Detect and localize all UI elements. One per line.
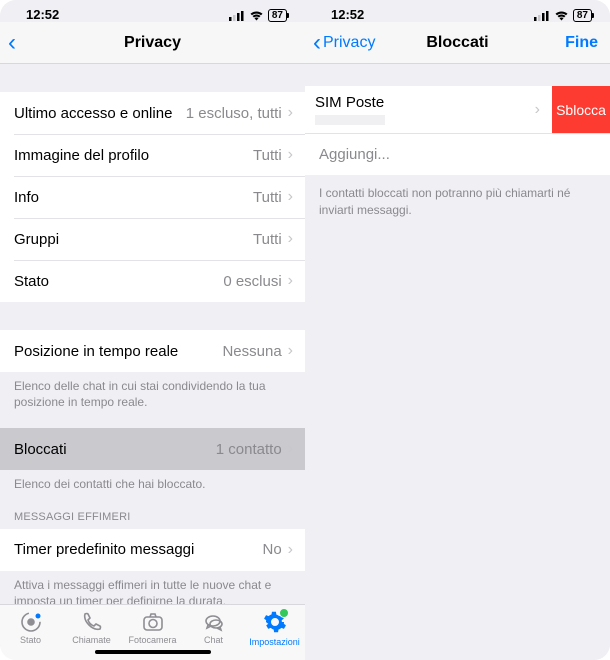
- home-indicator[interactable]: [95, 650, 211, 654]
- chat-icon: [202, 610, 226, 634]
- chevron-left-icon: ‹: [8, 31, 16, 55]
- contact-name: SIM Poste: [315, 94, 540, 111]
- row-default-timer[interactable]: Timer predefinito messaggi No›: [0, 529, 305, 571]
- blocked-note: I contatti bloccati non potranno più chi…: [305, 175, 610, 229]
- status-indicators: 87: [534, 9, 592, 22]
- chevron-right-icon: ›: [288, 104, 293, 122]
- status-time: 12:52: [331, 7, 364, 22]
- phone-icon: [80, 610, 104, 634]
- nav-header-privacy: ‹ Privacy: [0, 22, 305, 64]
- chevron-right-icon: ›: [288, 342, 293, 360]
- status-icon: [19, 610, 43, 634]
- cellular-icon: [534, 10, 550, 21]
- chevron-left-icon: ‹: [313, 31, 321, 55]
- nav-title: Privacy: [124, 34, 181, 52]
- unblock-button[interactable]: Sblocca: [552, 86, 610, 133]
- status-time: 12:52: [26, 7, 59, 22]
- wifi-icon: [554, 10, 569, 21]
- chevron-right-icon: ›: [288, 146, 293, 164]
- screen-privacy: 12:52 87 ‹ Privacy Ultimo accesso e onli…: [0, 0, 305, 660]
- camera-icon: [141, 610, 165, 634]
- row-last-seen[interactable]: Ultimo accesso e online 1 escluso, tutti…: [0, 92, 305, 134]
- row-status[interactable]: Stato 0 esclusi›: [0, 260, 305, 302]
- chevron-right-icon: ›: [288, 272, 293, 290]
- battery-icon: 87: [268, 9, 287, 22]
- status-bar: 12:52 87: [0, 0, 305, 22]
- tab-status[interactable]: Stato: [2, 610, 60, 645]
- status-bar: 12:52 87: [305, 0, 610, 22]
- done-button[interactable]: Fine: [565, 34, 598, 52]
- contact-sub-redacted: [315, 115, 385, 125]
- chevron-right-icon: ›: [288, 188, 293, 206]
- chevron-right-icon: ›: [288, 541, 293, 559]
- status-indicators: 87: [229, 9, 287, 22]
- note-live-location: Elenco delle chat in cui stai condividen…: [0, 372, 305, 410]
- chevron-right-icon: ›: [535, 101, 540, 119]
- back-button[interactable]: ‹Privacy: [313, 31, 375, 55]
- back-button[interactable]: ‹: [8, 31, 16, 55]
- blocked-list[interactable]: SIM Poste › Sblocca Aggiungi... I contat…: [305, 64, 610, 660]
- row-live-location[interactable]: Posizione in tempo reale Nessuna›: [0, 330, 305, 372]
- row-profile-image[interactable]: Immagine del profilo Tutti›: [0, 134, 305, 176]
- nav-title: Bloccati: [426, 34, 488, 52]
- battery-icon: 87: [573, 9, 592, 22]
- add-contact-row[interactable]: Aggiungi...: [305, 133, 610, 175]
- note-timer: Attiva i messaggi effimeri in tutte le n…: [0, 571, 305, 604]
- tab-chat[interactable]: Chat: [185, 610, 243, 645]
- tab-calls[interactable]: Chiamate: [63, 610, 121, 645]
- section-header-ephemeral: MESSAGGI EFFIMERI: [0, 493, 305, 529]
- gear-icon: [263, 610, 287, 634]
- chevron-right-icon: ›: [288, 230, 293, 248]
- nav-header-blocked: ‹Privacy Bloccati Fine: [305, 22, 610, 64]
- chevron-right-icon: ›: [288, 440, 293, 458]
- privacy-list[interactable]: Ultimo accesso e online 1 escluso, tutti…: [0, 64, 305, 604]
- row-groups[interactable]: Gruppi Tutti›: [0, 218, 305, 260]
- note-blocked: Elenco dei contatti che hai bloccato.: [0, 470, 305, 492]
- row-blocked[interactable]: Bloccati 1 contatto›: [0, 428, 305, 470]
- wifi-icon: [249, 10, 264, 21]
- cellular-icon: [229, 10, 245, 21]
- blocked-contact-row[interactable]: SIM Poste › Sblocca: [305, 86, 610, 133]
- row-info[interactable]: Info Tutti›: [0, 176, 305, 218]
- screen-blocked: 12:52 87 ‹Privacy Bloccati Fine SIM Post…: [305, 0, 610, 660]
- tab-camera[interactable]: Fotocamera: [124, 610, 182, 645]
- tab-settings[interactable]: Impostazioni: [246, 610, 304, 647]
